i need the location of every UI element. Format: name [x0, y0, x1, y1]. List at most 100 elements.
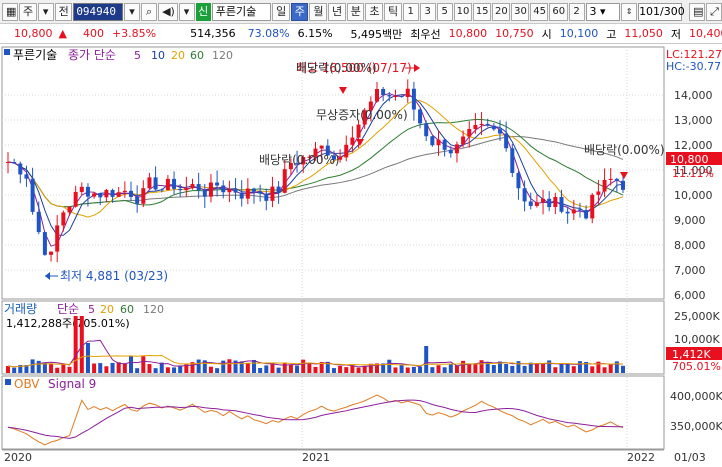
vol-ma20-label: 20 [100, 303, 114, 316]
stock-code-input[interactable]: 094940 [73, 2, 124, 21]
volume-bar [479, 360, 484, 373]
volume-bar [227, 359, 232, 373]
volume-bar [36, 360, 41, 373]
chart-canvas[interactable]: 푸른기술 종가 단순 5 10 20 60 120 LC:121.27 HC:-… [0, 45, 722, 464]
panel-menu-icon[interactable] [4, 49, 10, 55]
candle-body [282, 169, 287, 193]
volume-bar [387, 359, 392, 373]
volume-tick-10000k: 10,000K [674, 333, 720, 346]
minute-option-45[interactable]: 45 [530, 2, 549, 21]
candle-body [252, 188, 256, 192]
minute-option-10[interactable]: 10 [453, 2, 472, 21]
turnover: 6.15% [297, 27, 333, 40]
minute-option-30[interactable]: 30 [511, 2, 530, 21]
volume-bar [473, 363, 478, 373]
chart-area[interactable]: 푸른기술 종가 단순 5 10 20 60 120 LC:121.27 HC:-… [0, 45, 722, 464]
candle-body [516, 172, 521, 189]
code-dropdown-icon[interactable]: ▾ [124, 2, 141, 21]
volume-bar [516, 361, 521, 373]
period-year-button[interactable]: 년 [328, 2, 346, 21]
volume-bar [73, 316, 78, 373]
minute-option-5[interactable]: 5 [436, 2, 453, 21]
volume-bar [98, 363, 103, 373]
trade-amount: 5,495백만 [350, 27, 403, 41]
expand-icon[interactable]: ⤢ [706, 2, 722, 21]
change-percent: +3.85% [111, 27, 157, 40]
period-month-button[interactable]: 월 [309, 2, 328, 21]
obv-panel-title: OBV [14, 377, 40, 391]
candle-body [424, 123, 429, 137]
x-label-cursor-date: 01/03 [674, 451, 706, 464]
candle-body [485, 123, 490, 126]
minute-option-3[interactable]: 3 [419, 2, 436, 21]
period-week-button[interactable]: 주 [290, 2, 309, 21]
candle-body [387, 95, 392, 97]
open-price: 10,100 [559, 27, 599, 40]
candle-body [621, 180, 625, 190]
volume-bar [6, 366, 10, 373]
volume-bar [215, 368, 220, 373]
period-tick-button[interactable]: 틱 [384, 2, 402, 21]
volume-bar [221, 360, 226, 373]
candle-body [393, 96, 398, 98]
volume-last-pct: 705.01% [672, 360, 721, 373]
volume-bar [436, 365, 441, 373]
x-label-2020: 2020 [4, 451, 32, 464]
volume-bar [467, 364, 472, 373]
candle-body [510, 148, 515, 173]
grid-layout-icon[interactable]: ▤ [689, 2, 706, 21]
volume-bar [147, 364, 152, 373]
jeon-button[interactable]: 전 [54, 2, 73, 21]
minute-option-15[interactable]: 15 [472, 2, 491, 21]
candle-body [534, 202, 539, 206]
candle-body [473, 124, 478, 129]
price-tick-9000: 9,000 [674, 214, 706, 227]
bid-price: 10,750 [495, 27, 534, 40]
chart-menu-icon[interactable]: ▦ [2, 2, 18, 21]
candle-body [208, 182, 213, 197]
stock-name-field[interactable]: 푸른기술 [211, 2, 272, 21]
down-arrow-icon[interactable]: ▾ [37, 2, 54, 21]
data-count-field[interactable]: 101/300 [638, 2, 685, 21]
volume-bar [448, 364, 453, 373]
obv-tick-350000k: 350,000K [670, 420, 722, 433]
minute-option-60[interactable]: 60 [549, 2, 568, 21]
speaker-icon[interactable]: ◀) [158, 2, 178, 21]
price-tick-8000: 8,000 [674, 239, 706, 252]
minute-option-2[interactable]: 2 [568, 2, 585, 21]
volume-bar [405, 367, 410, 373]
period-day-button[interactable]: 일 [272, 2, 290, 21]
candle-body [92, 193, 97, 197]
volume-bar [504, 364, 509, 373]
candle-body [147, 177, 152, 189]
volume-ma-label: 단순 [57, 302, 79, 316]
candle-body [454, 144, 459, 154]
price-tick-10000: 10,000 [674, 189, 713, 202]
candle-body [448, 149, 453, 154]
minute-option-20[interactable]: 20 [491, 2, 511, 21]
volume-bar [418, 366, 423, 373]
prev-icon[interactable]: ▾ [178, 2, 195, 21]
candle-body [165, 178, 170, 191]
candle-body [375, 89, 379, 102]
period-minute-button[interactable]: 분 [346, 2, 365, 21]
candle-body [98, 193, 103, 198]
ma20-label: 20 [171, 49, 185, 62]
search-icon[interactable]: ⌕ [141, 2, 158, 21]
up-triangle-icon: ▲ [58, 27, 67, 40]
candle-body [258, 191, 263, 194]
stepper-icon[interactable]: ⇕ [621, 2, 638, 21]
minute-option-1[interactable]: 1 [402, 2, 419, 21]
period-second-button[interactable]: 초 [365, 2, 384, 21]
minute-select[interactable]: 3 ▾ [585, 2, 621, 21]
volume-bar [461, 360, 466, 373]
candle-body [430, 136, 435, 146]
candle-body [547, 198, 552, 208]
x-label-2021: 2021 [302, 451, 330, 464]
period-type-select[interactable]: 주 [19, 2, 37, 21]
volume-tick-25000k: 25,000K [674, 310, 720, 323]
obv-menu-icon[interactable] [5, 379, 11, 385]
volume-bar [196, 359, 201, 373]
volume-bar [258, 368, 263, 373]
obv-tick-400000k: 400,000K [670, 390, 722, 403]
